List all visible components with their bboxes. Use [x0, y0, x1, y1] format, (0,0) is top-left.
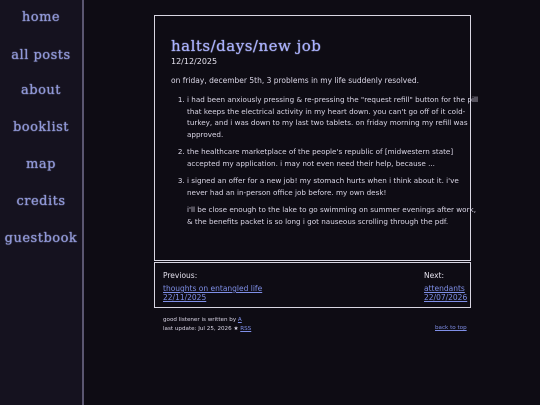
sidebar: home all posts about booklist map credit… — [0, 0, 84, 405]
sidebar-item-guestbook[interactable]: guestbook — [0, 231, 82, 246]
list-item: the healthcare marketplace of the people… — [187, 146, 481, 169]
sidebar-item-home[interactable]: home — [0, 10, 82, 25]
post-intro: on friday, december 5th, 3 problems in m… — [171, 76, 419, 85]
list-item-text: i had been anxiously pressing & re-press… — [187, 95, 478, 139]
footer-author-line: good listener is written by A — [163, 316, 251, 325]
footer-update-text: last update: Jul 25, 2026 ★ — [163, 325, 241, 332]
site-footer: good listener is written by A last updat… — [163, 316, 251, 333]
list-item-paragraph: i'll be close enough to the lake to go s… — [187, 205, 476, 226]
next-label: Next: — [424, 271, 444, 280]
previous-label: Previous: — [163, 271, 198, 280]
sidebar-item-map[interactable]: map — [0, 157, 82, 172]
list-item-text: i signed an offer for a new job! my stom… — [187, 176, 459, 197]
sidebar-item-about[interactable]: about — [0, 83, 82, 98]
post-navigation: Previous: thoughts on entangled life 22/… — [154, 262, 471, 308]
post-date: 12/12/2025 — [171, 57, 218, 66]
list-item-text: the healthcare marketplace of the people… — [187, 147, 454, 168]
sidebar-item-all-posts[interactable]: all posts — [0, 48, 82, 63]
previous-post-date[interactable]: 22/11/2025 — [163, 293, 206, 302]
list-item: i signed an offer for a new job! my stom… — [187, 175, 481, 227]
post-list: i had been anxiously pressing & re-press… — [171, 94, 481, 233]
next-post-date[interactable]: 22/07/2026 — [424, 293, 467, 302]
post-card: halts/days/new job 12/12/2025 on friday,… — [154, 15, 478, 261]
rss-link[interactable]: RSS — [240, 326, 251, 332]
sidebar-item-booklist[interactable]: booklist — [0, 120, 82, 135]
author-link[interactable]: A — [238, 317, 242, 323]
footer-author-text: good listener is written by — [163, 317, 238, 323]
previous-post-link[interactable]: thoughts on entangled life — [163, 284, 262, 293]
next-post-link[interactable]: attendants — [424, 284, 465, 293]
post-title: halts/days/new job — [171, 37, 322, 55]
footer-update-line: last update: Jul 25, 2026 ★ RSS — [163, 325, 251, 334]
list-item: i had been anxiously pressing & re-press… — [187, 94, 481, 140]
sidebar-item-credits[interactable]: credits — [0, 194, 82, 209]
back-to-top-link[interactable]: back to top — [435, 325, 467, 331]
